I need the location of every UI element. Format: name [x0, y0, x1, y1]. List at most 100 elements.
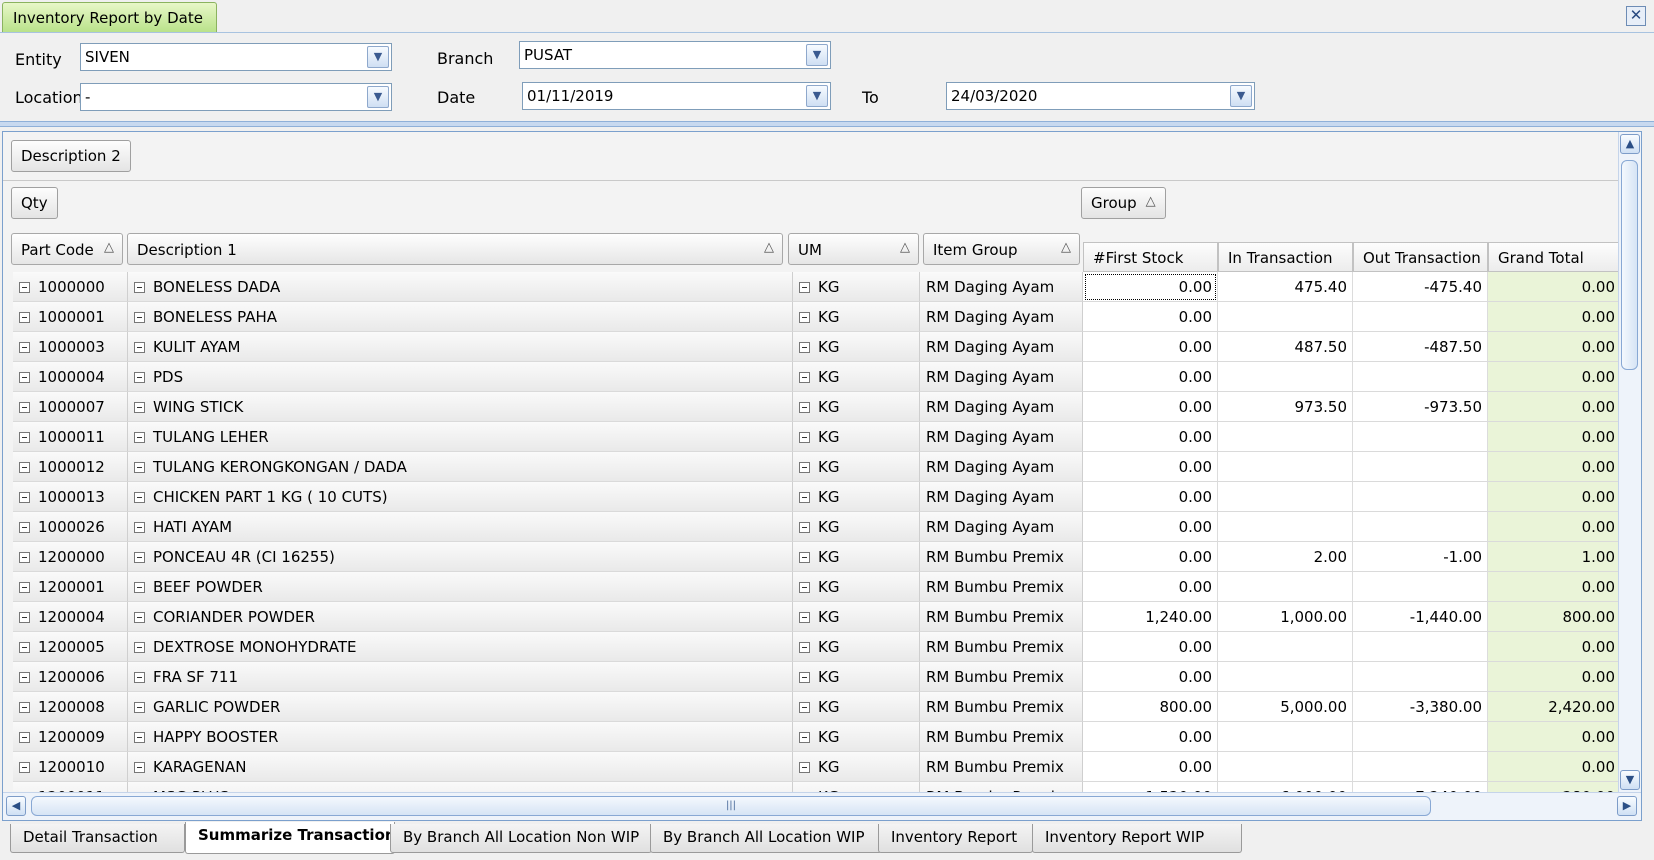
- grand-total-cell[interactable]: 0.00: [1488, 572, 1621, 602]
- description-cell[interactable]: TULANG LEHER: [128, 422, 793, 452]
- grand-total-cell[interactable]: 0.00: [1488, 512, 1621, 542]
- first-stock-cell[interactable]: 800.00: [1083, 692, 1218, 722]
- first-stock-cell[interactable]: 0.00: [1083, 392, 1218, 422]
- description-cell[interactable]: CHICKEN PART 1 KG ( 10 CUTS): [128, 482, 793, 512]
- collapse-box-icon[interactable]: [134, 462, 145, 473]
- table-row[interactable]: 1200010 KARAGENAN KG RM Bumbu Premix 0.00 0.0…: [13, 752, 1623, 782]
- item-group-cell[interactable]: RM Bumbu Premix: [920, 572, 1083, 602]
- collapse-box-icon[interactable]: [134, 402, 145, 413]
- description-cell[interactable]: HAPPY BOOSTER: [128, 722, 793, 752]
- part-code-cell[interactable]: 1200006: [13, 662, 128, 692]
- grand-total-cell[interactable]: 0.00: [1488, 632, 1621, 662]
- first-stock-cell[interactable]: 0.00: [1083, 572, 1218, 602]
- collapse-box-icon[interactable]: [19, 702, 30, 713]
- out-transaction-cell[interactable]: [1353, 452, 1488, 482]
- grand-total-cell[interactable]: 0.00: [1488, 752, 1621, 782]
- in-transaction-header[interactable]: In Transaction: [1218, 242, 1353, 272]
- collapse-box-icon[interactable]: [799, 642, 810, 653]
- item-group-cell[interactable]: RM Bumbu Premix: [920, 542, 1083, 572]
- in-transaction-cell[interactable]: [1218, 482, 1353, 512]
- grand-total-header[interactable]: Grand Total: [1488, 242, 1621, 272]
- tab-detail-transaction[interactable]: Detail Transaction: [10, 824, 185, 853]
- grand-total-cell[interactable]: 0.00: [1488, 662, 1621, 692]
- in-transaction-cell[interactable]: 973.50: [1218, 392, 1353, 422]
- item-group-cell[interactable]: RM Daging Ayam: [920, 482, 1083, 512]
- vertical-scroll-thumb[interactable]: [1621, 160, 1638, 370]
- collapse-box-icon[interactable]: [799, 702, 810, 713]
- collapse-box-icon[interactable]: [799, 402, 810, 413]
- part-code-cell[interactable]: 1000013: [13, 482, 128, 512]
- description-cell[interactable]: BEEF POWDER: [128, 572, 793, 602]
- in-transaction-cell[interactable]: 487.50: [1218, 332, 1353, 362]
- table-row[interactable]: 1000026 HATI AYAM KG RM Daging Ayam 0.00 0.00: [13, 512, 1623, 542]
- grand-total-cell[interactable]: 0.00: [1488, 452, 1621, 482]
- first-stock-cell[interactable]: 0.00: [1083, 662, 1218, 692]
- part-code-cell[interactable]: 1200004: [13, 602, 128, 632]
- in-transaction-cell[interactable]: [1218, 302, 1353, 332]
- in-transaction-cell[interactable]: 5,000.00: [1218, 692, 1353, 722]
- collapse-box-icon[interactable]: [134, 702, 145, 713]
- out-transaction-cell[interactable]: [1353, 482, 1488, 512]
- scroll-down-icon[interactable]: ▼: [1620, 770, 1640, 790]
- part-code-header[interactable]: Part Code △: [11, 233, 123, 265]
- first-stock-cell[interactable]: 0.00: [1083, 542, 1218, 572]
- first-stock-cell[interactable]: 0.00: [1083, 482, 1218, 512]
- in-transaction-cell[interactable]: [1218, 452, 1353, 482]
- grand-total-cell[interactable]: 0.00: [1488, 362, 1621, 392]
- tab-inventory-report[interactable]: Inventory Report: [878, 824, 1033, 853]
- out-transaction-cell[interactable]: [1353, 662, 1488, 692]
- collapse-box-icon[interactable]: [799, 492, 810, 503]
- um-cell[interactable]: KG: [793, 542, 920, 572]
- item-group-cell[interactable]: RM Daging Ayam: [920, 422, 1083, 452]
- first-stock-header[interactable]: #First Stock: [1083, 242, 1218, 272]
- table-row[interactable]: 1000007 WING STICK KG RM Daging Ayam 0.00 973…: [13, 392, 1623, 422]
- collapse-box-icon[interactable]: [19, 402, 30, 413]
- collapse-box-icon[interactable]: [799, 732, 810, 743]
- collapse-box-icon[interactable]: [134, 642, 145, 653]
- item-group-cell[interactable]: RM Bumbu Premix: [920, 662, 1083, 692]
- grand-total-cell[interactable]: 0.00: [1488, 302, 1621, 332]
- collapse-box-icon[interactable]: [799, 552, 810, 563]
- table-row[interactable]: 1000011 TULANG LEHER KG RM Daging Ayam 0.00 0…: [13, 422, 1623, 452]
- table-row[interactable]: 1200000 PONCEAU 4R (CI 16255) KG RM Bumbu P…: [13, 542, 1623, 572]
- in-transaction-cell[interactable]: [1218, 632, 1353, 662]
- grand-total-cell[interactable]: 0.00: [1488, 422, 1621, 452]
- tab-inventory-report-wip[interactable]: Inventory Report WIP: [1032, 824, 1242, 853]
- collapse-box-icon[interactable]: [19, 282, 30, 293]
- description-cell[interactable]: KARAGENAN: [128, 752, 793, 782]
- item-group-cell[interactable]: RM Daging Ayam: [920, 392, 1083, 422]
- first-stock-cell[interactable]: 0.00: [1083, 362, 1218, 392]
- description-cell[interactable]: KULIT AYAM: [128, 332, 793, 362]
- first-stock-cell[interactable]: 0.00: [1083, 512, 1218, 542]
- item-group-cell[interactable]: RM Daging Ayam: [920, 302, 1083, 332]
- out-transaction-cell[interactable]: [1353, 722, 1488, 752]
- um-cell[interactable]: KG: [793, 422, 920, 452]
- description-cell[interactable]: WING STICK: [128, 392, 793, 422]
- collapse-box-icon[interactable]: [19, 492, 30, 503]
- description-cell[interactable]: TULANG KERONGKONGAN / DADA: [128, 452, 793, 482]
- table-row[interactable]: 1200004 CORIANDER POWDER KG RM Bumbu Premix…: [13, 602, 1623, 632]
- collapse-box-icon[interactable]: [799, 762, 810, 773]
- collapse-box-icon[interactable]: [134, 492, 145, 503]
- out-transaction-cell[interactable]: [1353, 302, 1488, 332]
- collapse-box-icon[interactable]: [799, 372, 810, 383]
- part-code-cell[interactable]: 1000001: [13, 302, 128, 332]
- part-code-cell[interactable]: 1000003: [13, 332, 128, 362]
- chevron-down-icon[interactable]: ▼: [806, 44, 828, 66]
- window-title-tab[interactable]: Inventory Report by Date: [2, 2, 217, 32]
- tab-by-branch-all-location-wip[interactable]: By Branch All Location WIP: [650, 824, 882, 853]
- collapse-box-icon[interactable]: [134, 282, 145, 293]
- table-row[interactable]: 1200009 HAPPY BOOSTER KG RM Bumbu Premix 0.0…: [13, 722, 1623, 752]
- scroll-right-icon[interactable]: ▶: [1617, 796, 1637, 816]
- first-stock-cell[interactable]: 0.00: [1083, 722, 1218, 752]
- out-transaction-cell[interactable]: [1353, 422, 1488, 452]
- grand-total-cell[interactable]: 800.00: [1488, 602, 1621, 632]
- item-group-cell[interactable]: RM Daging Ayam: [920, 272, 1083, 302]
- out-transaction-cell[interactable]: -1,440.00: [1353, 602, 1488, 632]
- date-from-picker[interactable]: 01/11/2019 ▼: [522, 82, 831, 110]
- description-cell[interactable]: DEXTROSE MONOHYDRATE: [128, 632, 793, 662]
- branch-combo[interactable]: PUSAT ▼: [519, 41, 831, 69]
- part-code-cell[interactable]: 1000012: [13, 452, 128, 482]
- item-group-cell[interactable]: RM Daging Ayam: [920, 332, 1083, 362]
- out-transaction-cell[interactable]: -3,380.00: [1353, 692, 1488, 722]
